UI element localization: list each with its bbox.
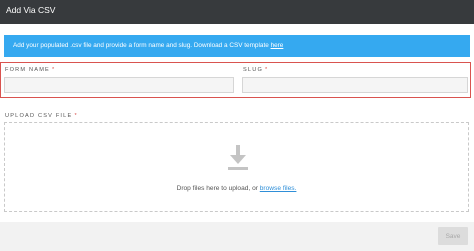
csv-dropzone[interactable]: Drop files here to upload, or browse fil… <box>4 122 469 212</box>
form-name-input[interactable] <box>4 77 234 93</box>
save-button[interactable]: Save <box>438 227 468 245</box>
dropzone-instructions: Drop files here to upload, or browse fil… <box>5 185 468 192</box>
info-banner: Add your populated .csv file and provide… <box>4 35 470 57</box>
form-name-label: FORM NAME * <box>5 67 55 73</box>
download-arrow-icon <box>228 145 248 170</box>
csv-template-link[interactable]: here <box>271 42 284 49</box>
form-name-label-text: FORM NAME <box>5 67 50 73</box>
name-slug-fields-group: FORM NAME * SLUG * <box>0 62 471 98</box>
modal-footer: Save <box>0 222 474 251</box>
modal-title: Add Via CSV <box>6 5 56 15</box>
add-via-csv-modal: Add Via CSV Add your populated .csv file… <box>0 0 474 251</box>
modal-header: Add Via CSV <box>0 0 474 24</box>
dropzone-text: Drop files here to upload, or <box>176 185 260 192</box>
browse-files-link[interactable]: browse files. <box>260 185 297 192</box>
upload-csv-label-text: UPLOAD CSV FILE <box>5 113 73 119</box>
required-mark: * <box>265 67 269 73</box>
slug-label-text: SLUG <box>243 67 264 73</box>
slug-label: SLUG * <box>243 67 268 73</box>
info-banner-text: Add your populated .csv file and provide… <box>13 42 271 49</box>
required-mark: * <box>51 67 56 73</box>
upload-csv-label: UPLOAD CSV FILE * <box>5 113 78 119</box>
required-mark: * <box>74 113 78 119</box>
slug-input[interactable] <box>242 77 468 93</box>
